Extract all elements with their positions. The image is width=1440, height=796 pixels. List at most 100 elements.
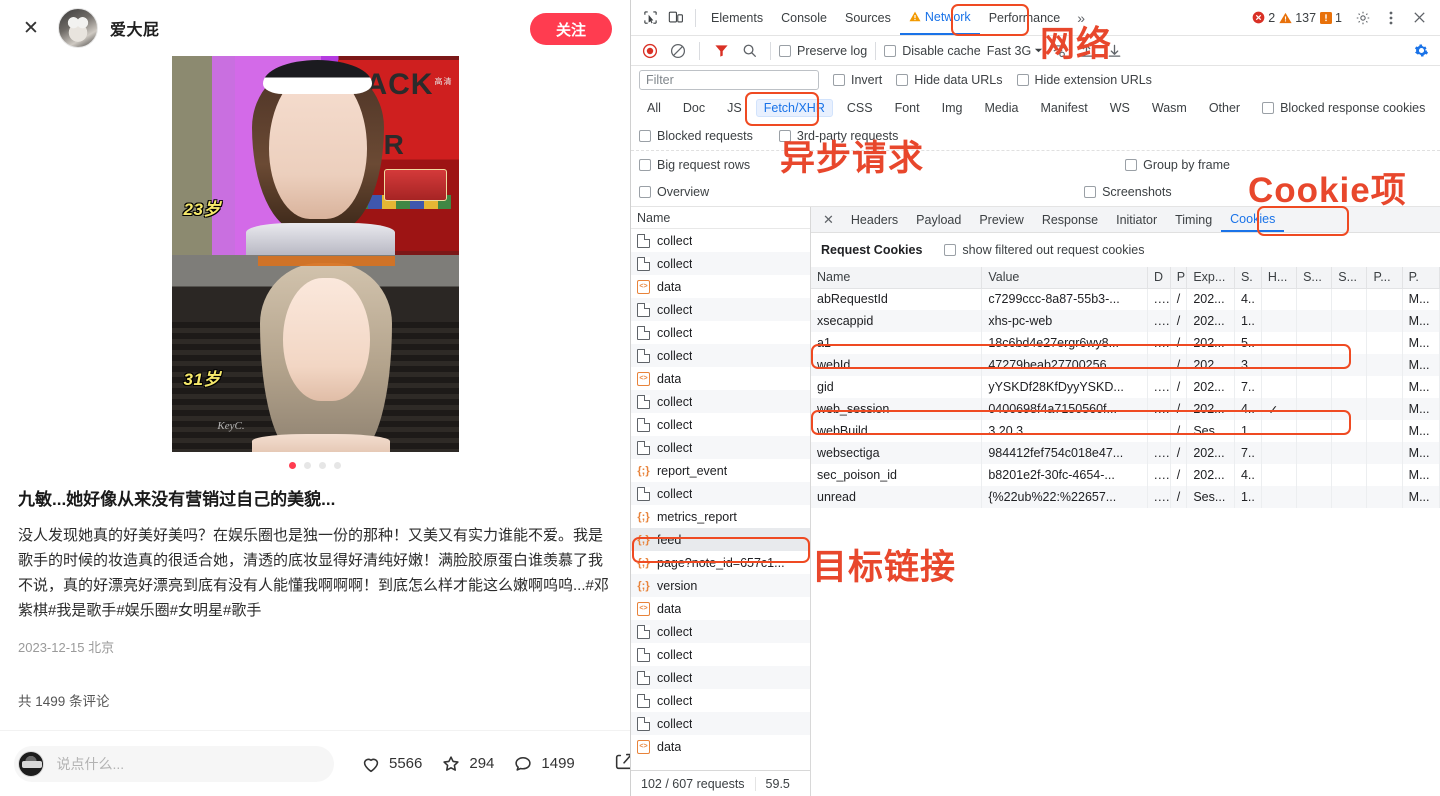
search-button[interactable] <box>736 38 762 64</box>
close-detail-icon[interactable]: ✕ <box>815 212 842 228</box>
request-row[interactable]: collect <box>631 344 810 367</box>
cookies-column-header[interactable]: S... <box>1296 267 1333 289</box>
detail-tab-headers[interactable]: Headers <box>842 207 907 232</box>
comment-button[interactable]: 1499 <box>512 753 575 775</box>
post-author-name[interactable]: 爱大屁 <box>110 16 160 40</box>
group-by-frame-checkbox[interactable]: Group by frame <box>1125 158 1230 172</box>
request-row[interactable]: collect <box>631 712 810 735</box>
share-button[interactable] <box>613 750 630 777</box>
cookie-row[interactable]: sec_poison_id b8201e2f-30fc-4654-....../2… <box>811 464 1440 486</box>
detail-tab-timing[interactable]: Timing <box>1166 207 1221 232</box>
inspect-element-icon[interactable] <box>637 5 663 31</box>
cookie-row[interactable]: webBuild 3.20.3... / Ses... 1.. M... <box>811 420 1440 442</box>
issue-counters[interactable]: 2 137 1 <box>1252 11 1342 25</box>
type-chip-all[interactable]: All <box>639 99 669 117</box>
device-toolbar-icon[interactable] <box>663 5 689 31</box>
detail-tab-initiator[interactable]: Initiator <box>1107 207 1166 232</box>
comment-input[interactable] <box>54 754 324 773</box>
request-row[interactable]: collect <box>631 321 810 344</box>
collect-button[interactable]: 294 <box>440 753 494 775</box>
show-filtered-cookies-checkbox[interactable]: show filtered out request cookies <box>944 243 1144 257</box>
import-har-icon[interactable] <box>1073 38 1099 64</box>
cookie-row[interactable]: websectiga 984412fef754c018e47....../202.… <box>811 442 1440 464</box>
request-row[interactable]: collect <box>631 252 810 275</box>
cookies-column-header[interactable]: P <box>1170 267 1188 289</box>
type-chip-other[interactable]: Other <box>1201 99 1248 117</box>
cookies-column-header[interactable]: H... <box>1261 267 1298 289</box>
cookies-column-header[interactable]: P... <box>1366 267 1403 289</box>
follow-button[interactable]: 关注 <box>529 13 612 45</box>
throttling-dropdown[interactable]: Fast 3G <box>987 44 1043 58</box>
cookie-row[interactable]: a1 18c6bd4e27ergr6wy8....../202... 5.. M... <box>811 332 1440 354</box>
request-list-header[interactable]: Name <box>631 207 810 229</box>
disable-cache-checkbox[interactable]: Disable cache <box>884 44 981 58</box>
request-row[interactable]: {;} metrics_report <box>631 505 810 528</box>
cookies-column-header[interactable]: Name <box>811 267 983 289</box>
request-row[interactable]: collect <box>631 413 810 436</box>
cookies-table-header[interactable]: Name Value D P Exp... S. H... S... S... P... P. <box>811 267 1440 289</box>
post-media-carousel[interactable]: BACK FOR 23岁 <box>0 56 630 452</box>
detail-tab-payload[interactable]: Payload <box>907 207 970 232</box>
request-row[interactable]: {;} page?note_id=657c1... <box>631 551 810 574</box>
request-row[interactable]: collect <box>631 689 810 712</box>
type-chip-fetch-xhr[interactable]: Fetch/XHR <box>755 99 833 117</box>
cookies-column-header[interactable]: Value <box>981 267 1148 289</box>
request-row[interactable]: {;} report_event <box>631 459 810 482</box>
type-chip-js[interactable]: JS <box>719 99 750 117</box>
request-row[interactable]: collect <box>631 643 810 666</box>
comment-input-wrap[interactable] <box>14 745 334 782</box>
request-row[interactable]: <> data <box>631 367 810 390</box>
tab-performance[interactable]: Performance <box>980 0 1070 35</box>
detail-tab-cookies[interactable]: Cookies <box>1221 207 1285 232</box>
request-row[interactable]: {;} version <box>631 574 810 597</box>
detail-tab-preview[interactable]: Preview <box>970 207 1032 232</box>
cookies-column-header[interactable]: D <box>1147 267 1171 289</box>
cookies-table-body[interactable]: abRequestId c7299ccc-8a87-55b3-....../202… <box>811 288 1440 508</box>
carousel-dot[interactable] <box>334 462 341 469</box>
hide-extension-urls-checkbox[interactable]: Hide extension URLs <box>1016 73 1152 87</box>
issue-counter[interactable]: 1 <box>1320 11 1342 25</box>
record-button[interactable] <box>637 38 663 64</box>
cookie-row[interactable]: web_session 0400698f4a7150560f....../202.… <box>811 398 1440 420</box>
export-har-icon[interactable] <box>1101 38 1127 64</box>
cookies-column-header[interactable]: S. <box>1234 267 1262 289</box>
request-row[interactable]: collect <box>631 298 810 321</box>
tab-network[interactable]: Network <box>899 0 980 35</box>
carousel-dot[interactable] <box>304 462 311 469</box>
close-devtools-icon[interactable] <box>1406 5 1432 31</box>
warning-counter[interactable]: 137 <box>1279 11 1316 25</box>
carousel-dot[interactable] <box>289 462 296 469</box>
type-chip-manifest[interactable]: Manifest <box>1032 99 1095 117</box>
third-party-requests-checkbox[interactable]: 3rd-party requests <box>778 129 898 143</box>
invert-checkbox[interactable]: Invert <box>833 73 882 87</box>
cookie-row[interactable]: gid yYSKDf28KfDyyYSKD....../202... 7.. M... <box>811 376 1440 398</box>
cookie-row[interactable]: xsecappid xhs-pc-web.../202... 1.. M... <box>811 310 1440 332</box>
request-row[interactable]: collect <box>631 436 810 459</box>
preserve-log-checkbox[interactable]: Preserve log <box>779 44 867 58</box>
request-row[interactable]: collect <box>631 666 810 689</box>
clear-button[interactable] <box>665 38 691 64</box>
request-row[interactable]: <> data <box>631 735 810 758</box>
more-options-icon[interactable] <box>1378 5 1404 31</box>
more-tabs-icon[interactable]: » <box>1069 10 1093 26</box>
network-settings-icon[interactable] <box>1408 38 1434 64</box>
overview-checkbox[interactable]: Overview <box>639 185 709 199</box>
type-chip-font[interactable]: Font <box>887 99 928 117</box>
screenshots-checkbox[interactable]: Screenshots <box>1084 185 1172 199</box>
post-image[interactable]: BACK FOR 23岁 <box>171 56 459 452</box>
request-row[interactable]: collect <box>631 620 810 643</box>
request-row[interactable]: {;} feed <box>631 528 810 551</box>
cookies-column-header[interactable]: S... <box>1331 267 1368 289</box>
cookie-row[interactable]: webId 47279beab27700256....../202... 3.. M.… <box>811 354 1440 376</box>
error-counter[interactable]: 2 <box>1252 11 1275 25</box>
tab-sources[interactable]: Sources <box>836 0 900 35</box>
network-conditions-icon[interactable] <box>1045 38 1071 64</box>
type-chip-doc[interactable]: Doc <box>675 99 713 117</box>
request-row[interactable]: collect <box>631 390 810 413</box>
filter-toggle-button[interactable] <box>708 38 734 64</box>
carousel-dots[interactable] <box>0 452 630 477</box>
blocked-response-cookies-checkbox[interactable]: Blocked response cookies <box>1262 101 1425 115</box>
network-filter-input[interactable] <box>639 70 819 90</box>
cookies-column-header[interactable]: P. <box>1402 267 1440 289</box>
request-row[interactable]: collect <box>631 229 810 252</box>
